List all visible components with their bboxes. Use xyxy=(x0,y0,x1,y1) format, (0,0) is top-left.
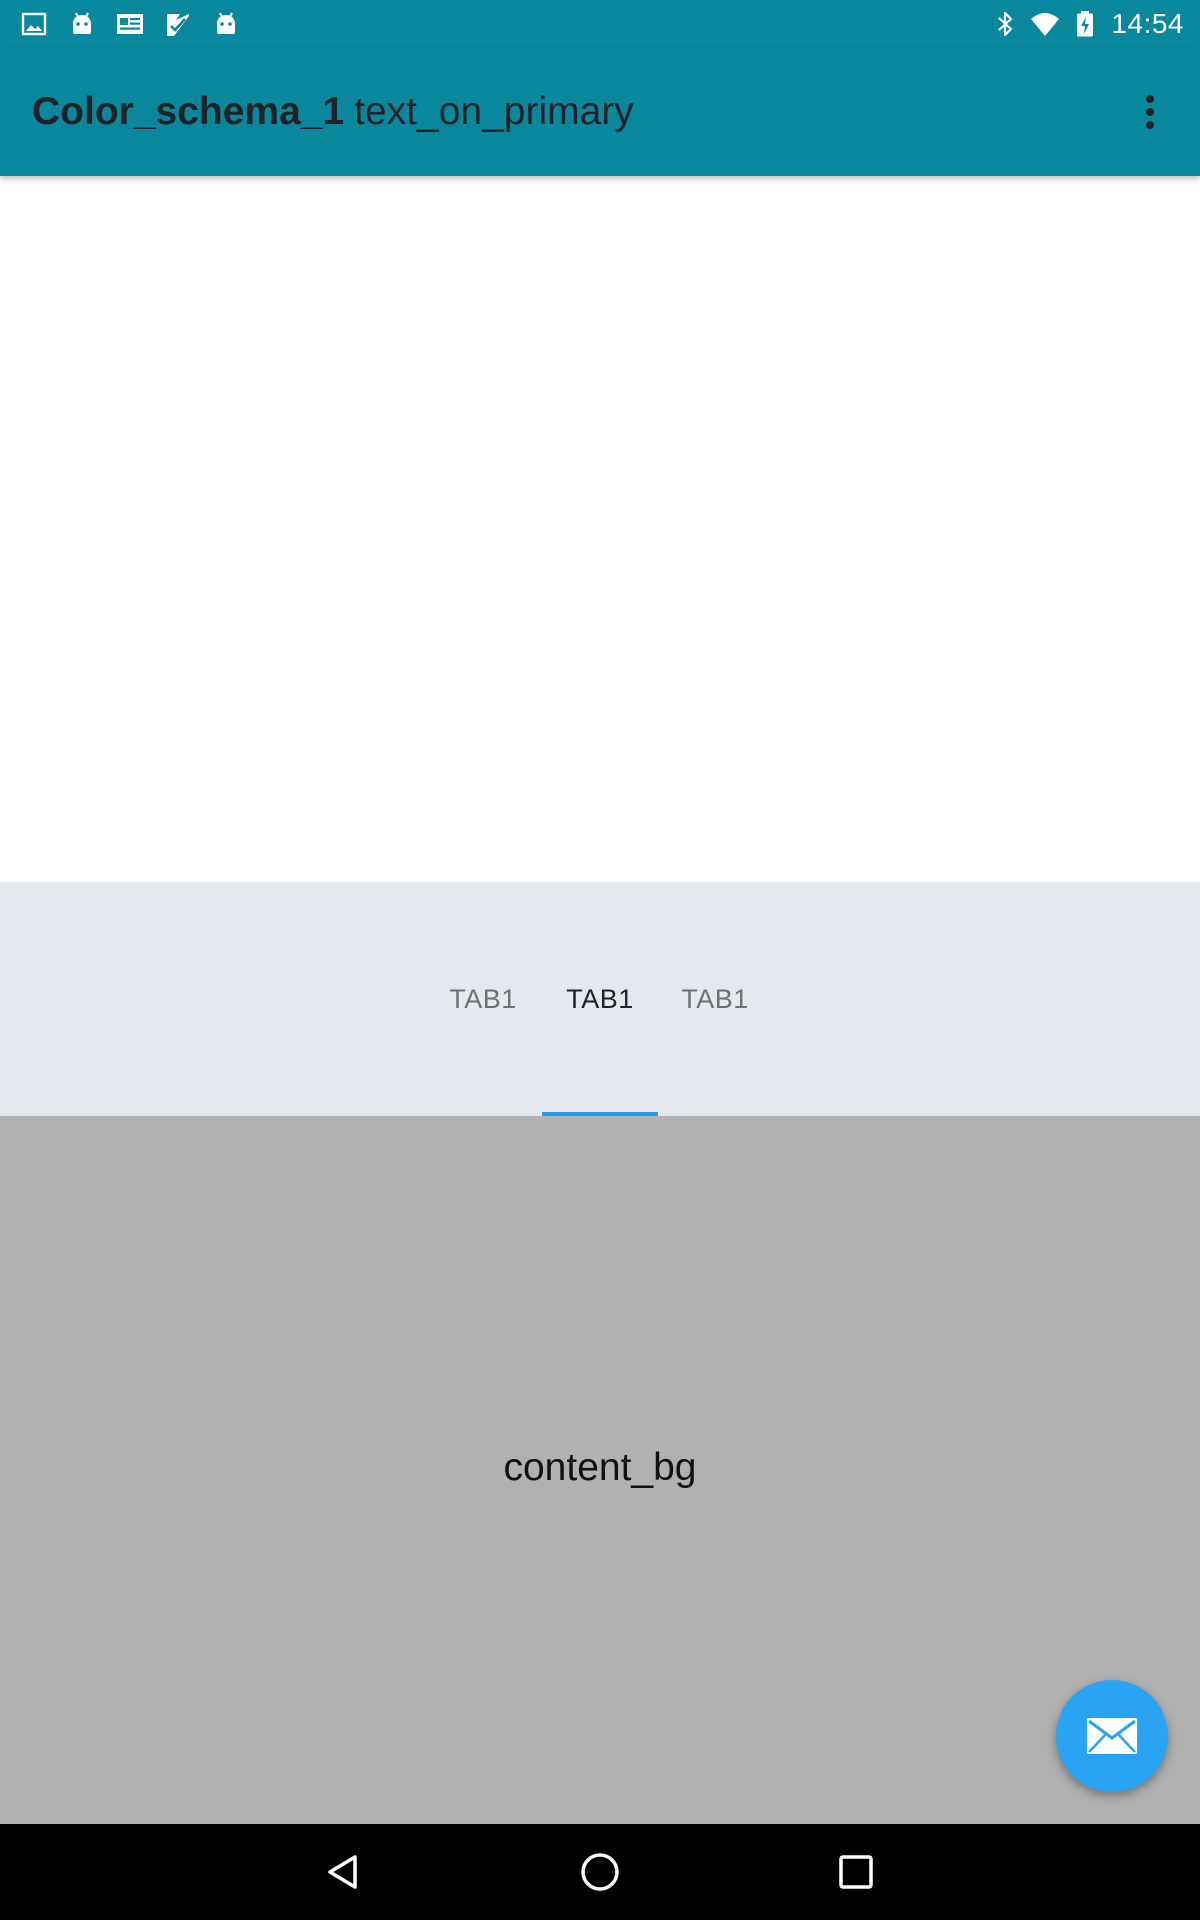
bluetooth-icon xyxy=(991,10,1019,38)
back-icon xyxy=(328,1855,357,1889)
overflow-menu-button[interactable] xyxy=(1118,80,1182,144)
header-area xyxy=(0,176,1200,882)
mail-icon xyxy=(1087,1718,1137,1754)
android-icon xyxy=(68,10,96,38)
app-bar: Color_schema_1 text_on_primary xyxy=(0,48,1200,176)
title-secondary: text_on_primary xyxy=(354,90,634,133)
system-icons: 14:54 xyxy=(991,0,1184,48)
navigation-bar xyxy=(0,1824,1200,1920)
tab-1[interactable]: TAB1 xyxy=(425,882,541,1116)
tab-3[interactable]: TAB1 xyxy=(657,882,773,1116)
tab-2[interactable]: TAB1 xyxy=(542,882,658,1116)
android-icon xyxy=(212,10,240,38)
home-icon xyxy=(581,1853,619,1891)
status-bar: 14:54 xyxy=(0,0,1200,48)
home-button[interactable] xyxy=(570,1842,630,1902)
toolbar-title: Color_schema_1 text_on_primary xyxy=(32,48,634,176)
battery-charging-icon xyxy=(1071,10,1099,38)
notification-icons xyxy=(20,0,240,48)
screen: 14:54 Color_schema_1 text_on_primary TAB… xyxy=(0,0,1200,1920)
recents-button[interactable] xyxy=(826,1842,886,1902)
clock: 14:54 xyxy=(1111,8,1184,39)
back-button[interactable] xyxy=(314,1842,374,1902)
title-primary: Color_schema_1 xyxy=(32,90,345,133)
image-icon xyxy=(20,10,48,38)
news-icon xyxy=(116,10,144,38)
mail-fab-button[interactable] xyxy=(1056,1680,1168,1792)
tab-strip: TAB1 TAB1 TAB1 xyxy=(0,882,1200,1116)
play-store-icon xyxy=(164,10,192,38)
content-label: content_bg xyxy=(503,1446,697,1489)
more-vert-icon xyxy=(1146,95,1154,129)
content-area: content_bg xyxy=(0,1116,1200,1824)
recents-icon xyxy=(839,1855,873,1889)
wifi-icon xyxy=(1031,10,1060,38)
